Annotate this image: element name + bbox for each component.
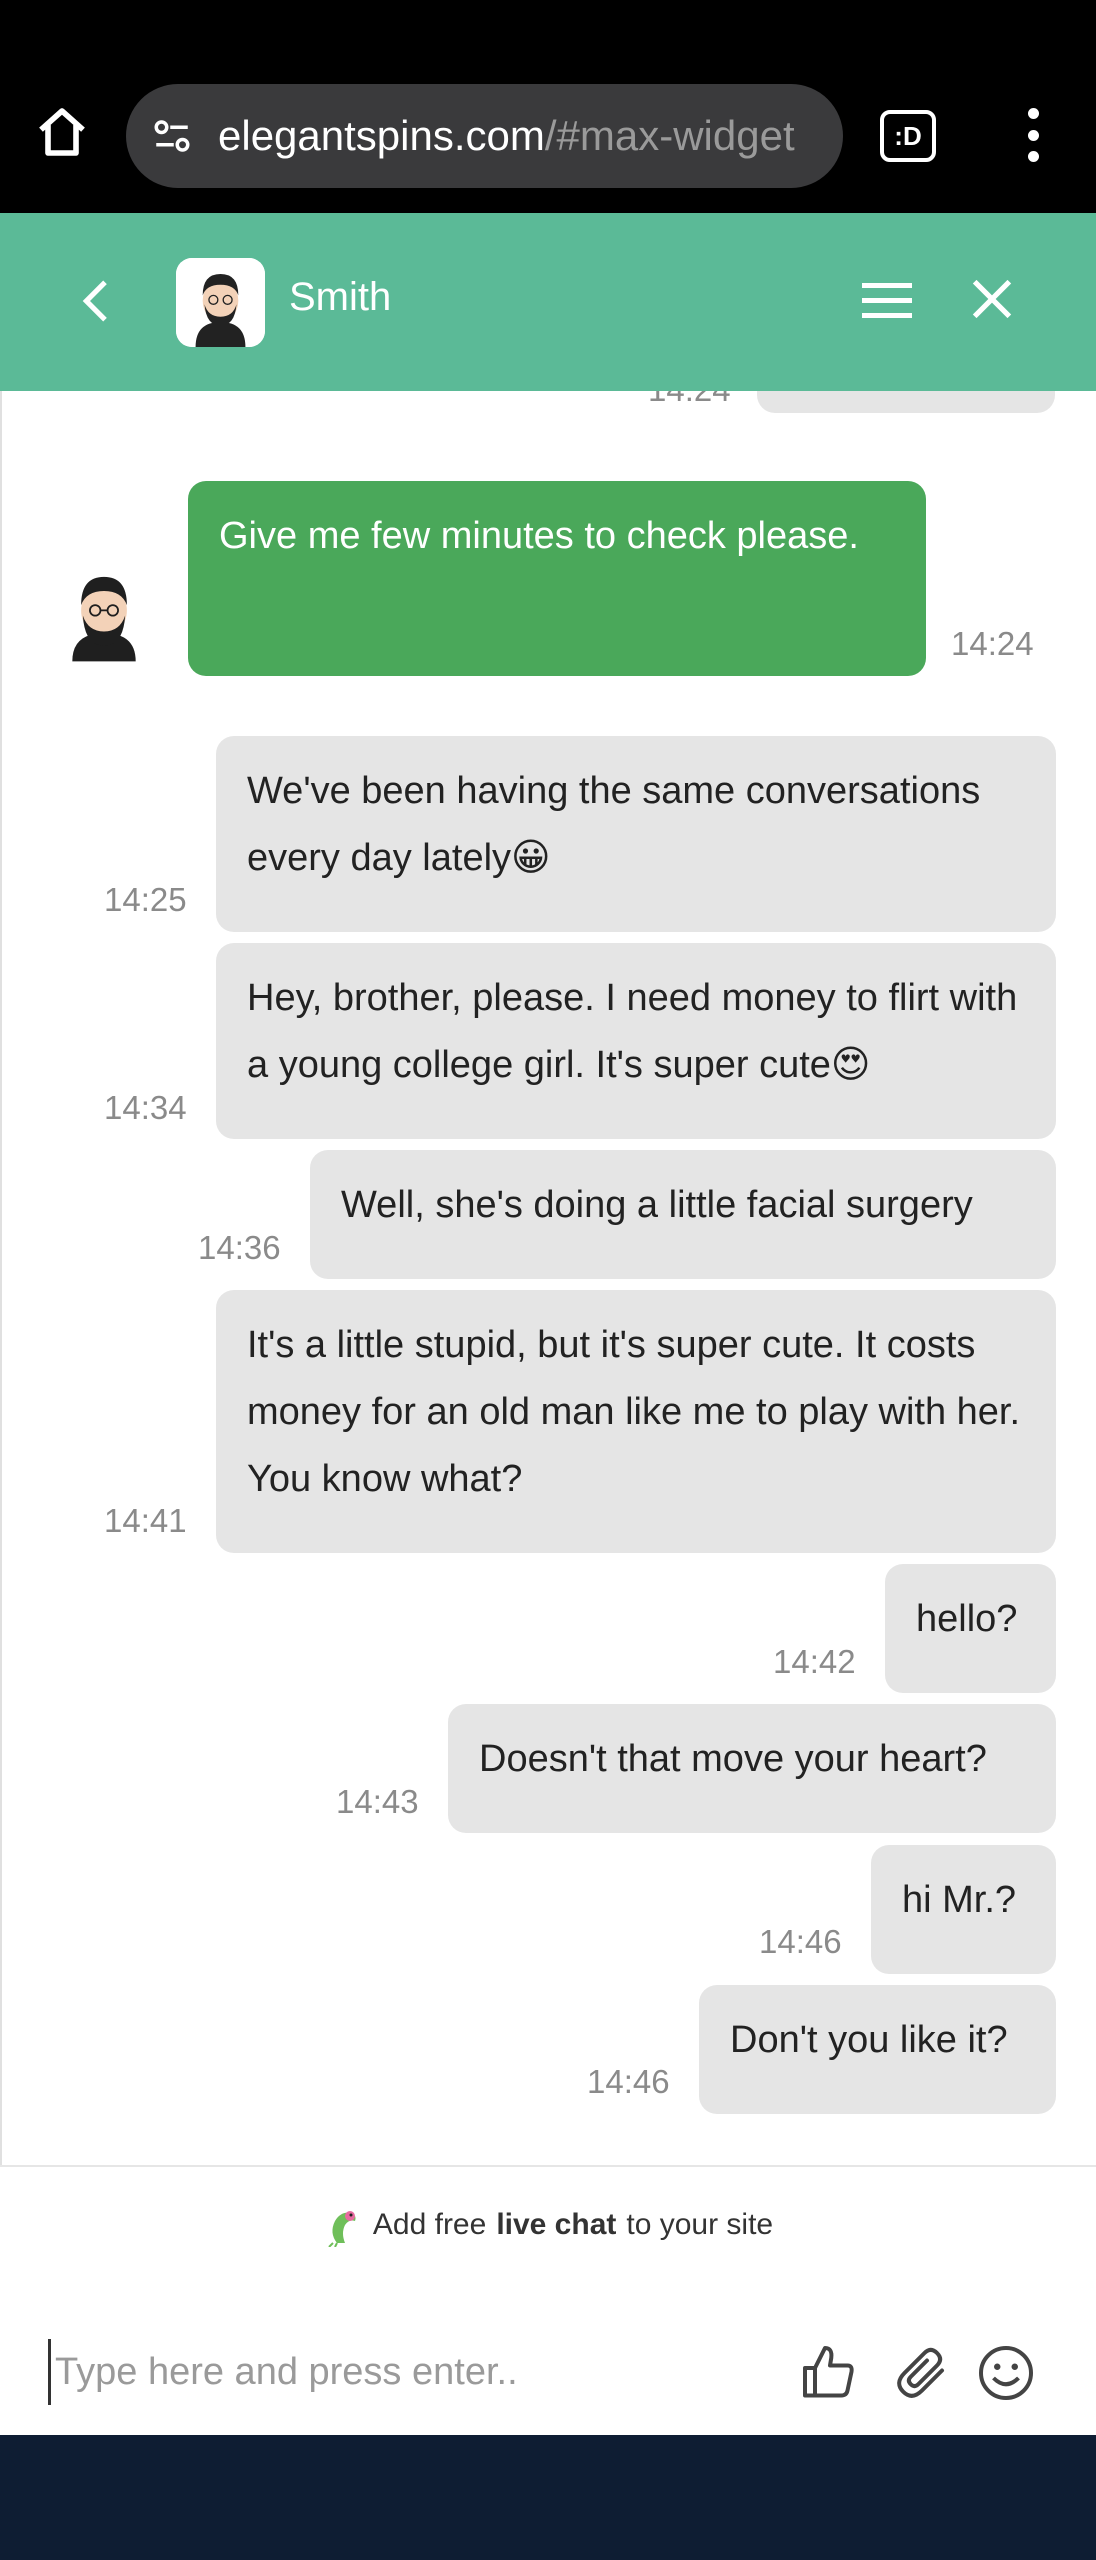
message-list[interactable]: 14:24 Give me few minutes to check pleas… [0,391,1096,2165]
message-bubble-agent: Give me few minutes to check please. [188,481,926,676]
message-bubble [757,391,1055,413]
message-time: 14:25 [104,881,187,918]
page-background [0,2435,1096,2560]
browser-toolbar: elegantspins.com/#max-widget :D [0,0,1096,213]
message-time: 14:34 [104,1089,187,1126]
message-bubble: Hey, brother, please. I need money to fl… [216,943,1056,1139]
promo-bold: live chat [496,2208,617,2241]
hamburger-menu-icon[interactable] [860,279,914,323]
agent-message-avatar [60,563,148,663]
parrot-logo-icon [328,2211,356,2247]
message-time: 14:42 [773,1643,856,1680]
emoji-icon[interactable] [976,2343,1036,2403]
message-bubble: hi Mr.? [871,1845,1056,1974]
message-bubble: hello? [885,1564,1056,1693]
message-time: 14:24 [951,625,1034,662]
url-text: elegantspins.com/#max-widget [218,112,795,160]
message-time: 14:43 [336,1783,419,1820]
composer [0,2317,1096,2427]
message-bubble: It's a little stupid, but it's super cut… [216,1290,1056,1553]
thumbs-up-icon[interactable] [800,2343,860,2403]
message-time: 14:41 [104,1502,187,1539]
promo-prefix: Add free [372,2208,487,2241]
chat-footer: Add free live chat to your site [0,2165,1096,2435]
message-bubble: Doesn't that move your heart? [448,1704,1056,1833]
message-bubble: We've been having the same conversations… [216,736,1056,932]
tabs-switcher-button[interactable]: :D [880,110,936,162]
message-time: 14:46 [759,1923,842,1960]
message-time: 14:36 [198,1229,281,1266]
chat-header: Smith [0,213,1096,391]
site-settings-icon[interactable] [148,112,196,160]
message-time: 14:24 [648,391,731,409]
address-bar[interactable]: elegantspins.com/#max-widget [126,84,843,188]
paperclip-icon[interactable] [892,2343,952,2403]
message-bubble: Well, she's doing a little facial surger… [310,1150,1056,1279]
close-icon[interactable] [966,273,1018,325]
home-icon[interactable] [30,100,94,164]
message-bubble: Don't you like it? [699,1985,1056,2114]
message-input[interactable] [48,2339,768,2405]
url-host: elegantspins.com [218,112,545,159]
back-arrow-icon[interactable] [70,273,126,329]
message-time: 14:46 [587,2063,670,2100]
promo-suffix: to your site [626,2208,774,2241]
url-path: /#max-widget [544,112,795,159]
promo-link[interactable]: Add free live chat to your site [0,2203,1096,2247]
agent-avatar [176,258,265,347]
agent-name: Smith [289,275,392,319]
more-menu-icon[interactable] [1008,100,1058,170]
